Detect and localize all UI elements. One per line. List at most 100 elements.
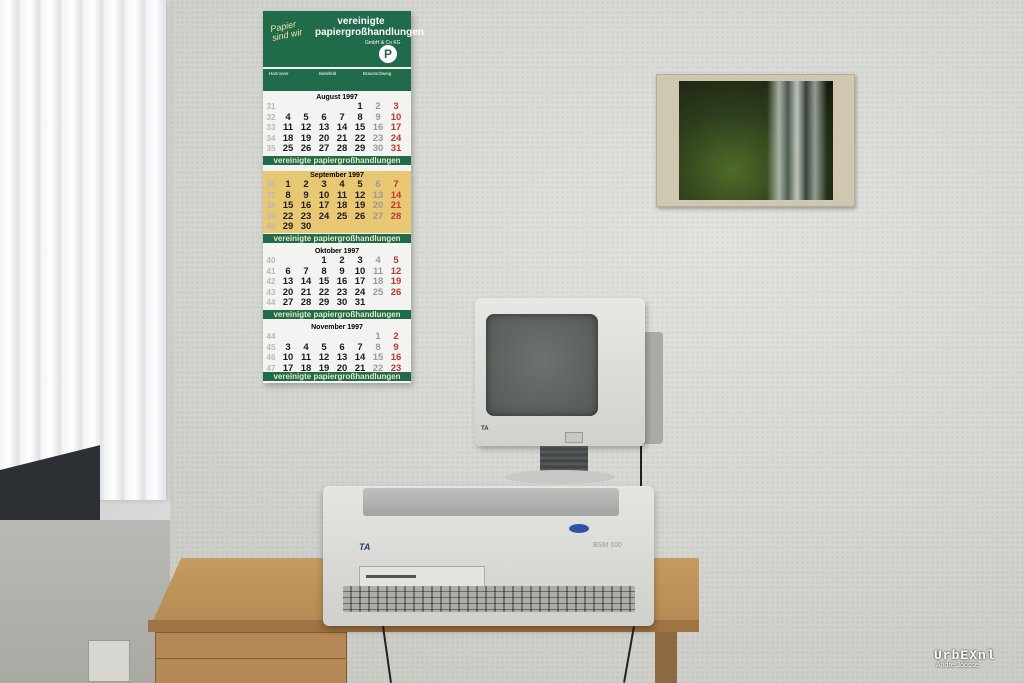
calendar-day: 29 bbox=[318, 297, 330, 308]
calendar-day: 19 bbox=[354, 200, 366, 211]
calendar-week-number: 46 bbox=[266, 353, 276, 362]
calendar-day: 16 bbox=[372, 122, 384, 133]
calendar-day: 18 bbox=[372, 276, 384, 287]
calendar-day: 4 bbox=[339, 179, 345, 190]
calendar-month: September 1997 36 1 2 3 4 5 6 7 37 8 9 10 11 12 13 14 38 1… bbox=[263, 171, 411, 233]
monitor-stand-base bbox=[505, 470, 615, 484]
calendar-day: 5 bbox=[393, 255, 399, 266]
calendar-week-row: 33 11 12 13 14 15 16 17 bbox=[263, 122, 411, 134]
calendar-brand: vereinigte papiergroßhandlungen bbox=[315, 16, 424, 38]
calendar-day: 12 bbox=[300, 122, 312, 133]
calendar-week-number: 34 bbox=[266, 133, 276, 143]
calendar-day: 15 bbox=[354, 122, 366, 133]
typewriter-model: BSM 100 bbox=[593, 542, 622, 549]
calendar-day: 26 bbox=[354, 210, 366, 222]
calendar-city: Braunschweig bbox=[363, 71, 392, 76]
calendar-day bbox=[351, 222, 369, 233]
calendar-week-number: 44 bbox=[266, 298, 276, 307]
calendar-day: 16 bbox=[390, 352, 402, 363]
calendar-day bbox=[333, 332, 351, 343]
calendar-day: 14 bbox=[336, 122, 348, 133]
calendar-logo-icon: P bbox=[379, 45, 397, 63]
monitor-power-button[interactable] bbox=[565, 432, 583, 443]
calendar-day: 17 bbox=[390, 122, 402, 133]
calendar-day: 3 bbox=[321, 179, 327, 190]
calendar-day: 4 bbox=[375, 255, 381, 266]
calendar-band: vereinigte papiergroßhandlungen bbox=[263, 234, 411, 243]
calendar-day: 10 bbox=[282, 352, 294, 363]
calendar-day bbox=[279, 332, 297, 343]
watermark-credit: Andre Joosse bbox=[936, 662, 979, 669]
calendar-week-row: 31 1 2 3 bbox=[263, 101, 411, 113]
calendar-day: 18 bbox=[336, 200, 348, 211]
calendar-day: 11 bbox=[300, 352, 312, 363]
calendar-day: 7 bbox=[393, 179, 399, 190]
calendar-day: 13 bbox=[282, 276, 294, 287]
calendar-day: 28 bbox=[390, 210, 402, 222]
calendar-day: 15 bbox=[318, 276, 330, 287]
calendar-week-number: 36 bbox=[266, 180, 276, 189]
calendar-week-number: 44 bbox=[266, 332, 276, 341]
calendar-week-number: 35 bbox=[266, 144, 276, 153]
calendar-slogan: Papier sind wir bbox=[269, 18, 304, 43]
calendar-week-row: 40 29 30 bbox=[263, 221, 411, 233]
wall-calendar: Papier sind wir vereinigte papiergroßhan… bbox=[263, 11, 424, 384]
calendar-day: 26 bbox=[390, 286, 402, 298]
calendar-week-row: 36 1 2 3 4 5 6 7 bbox=[263, 179, 411, 191]
calendar-week-number: 40 bbox=[266, 222, 276, 231]
calendar-month-title: Oktober 1997 bbox=[314, 248, 360, 255]
disk-slot bbox=[366, 575, 416, 578]
drawer-divider bbox=[155, 658, 345, 659]
calendar-week-row: 35 25 26 27 28 29 30 31 bbox=[263, 143, 411, 155]
desk-leg bbox=[655, 632, 677, 683]
calendar-day: 1 bbox=[285, 179, 291, 190]
calendar-day bbox=[297, 256, 315, 267]
calendar-day bbox=[315, 102, 333, 113]
calendar-day bbox=[333, 102, 351, 113]
monitor-screen bbox=[486, 314, 598, 416]
calendar-day: 3 bbox=[393, 101, 399, 112]
calendar-day: 20 bbox=[372, 200, 384, 211]
calendar-day: 31 bbox=[354, 297, 366, 308]
vertical-blinds bbox=[0, 0, 166, 500]
typewriter-carriage bbox=[363, 488, 619, 516]
calendar-week-row: 42 13 14 15 16 17 18 19 bbox=[263, 276, 411, 288]
calendar-day bbox=[333, 222, 351, 233]
calendar-day bbox=[279, 102, 297, 113]
calendar-day bbox=[279, 256, 297, 267]
calendar-week-number: 32 bbox=[266, 112, 276, 122]
calendar-band: vereinigte papiergroßhandlungen bbox=[263, 310, 411, 319]
calendar-week-number: 40 bbox=[266, 256, 276, 265]
calendar-week-number: 37 bbox=[266, 190, 276, 200]
calendar-week-number: 33 bbox=[266, 123, 276, 132]
calendar-day: 6 bbox=[375, 179, 381, 190]
office-scene: Papier sind wir vereinigte papiergroßhan… bbox=[0, 0, 1024, 683]
calendar-day: 14 bbox=[354, 352, 366, 363]
calendar-week-row: 40 1 2 3 4 5 bbox=[263, 255, 411, 267]
waterfall-photo bbox=[679, 81, 833, 200]
calendar-day: 25 bbox=[372, 286, 384, 298]
calendar-day bbox=[297, 332, 315, 343]
calendar-day: 17 bbox=[318, 200, 330, 211]
calendar-day bbox=[351, 332, 369, 343]
calendar-day: 27 bbox=[318, 143, 330, 154]
typewriter-keyboard[interactable] bbox=[343, 586, 635, 612]
calendar-week-number: 38 bbox=[266, 201, 276, 210]
calendar-day: 19 bbox=[390, 276, 402, 287]
framed-picture bbox=[656, 74, 855, 207]
calendar-day: 3 bbox=[357, 255, 363, 266]
calendar-day: 14 bbox=[300, 276, 312, 287]
calendar-day: 2 bbox=[375, 101, 381, 112]
electronic-typewriter: TA BSM 100 bbox=[323, 486, 654, 626]
calendar-day: 2 bbox=[393, 331, 399, 342]
calendar-day bbox=[387, 222, 405, 233]
calendar-day bbox=[369, 222, 387, 233]
calendar-day: 16 bbox=[336, 276, 348, 287]
calendar-day: 5 bbox=[357, 179, 363, 190]
calendar-day: 31 bbox=[390, 143, 402, 154]
calendar-day: 26 bbox=[300, 143, 312, 154]
calendar-week-row: 46 10 11 12 13 14 15 16 bbox=[263, 352, 411, 364]
calendar-header: Papier sind wir vereinigte papiergroßhan… bbox=[263, 11, 424, 67]
calendar-day: 30 bbox=[336, 297, 348, 308]
calendar-day: 1 bbox=[357, 101, 363, 112]
